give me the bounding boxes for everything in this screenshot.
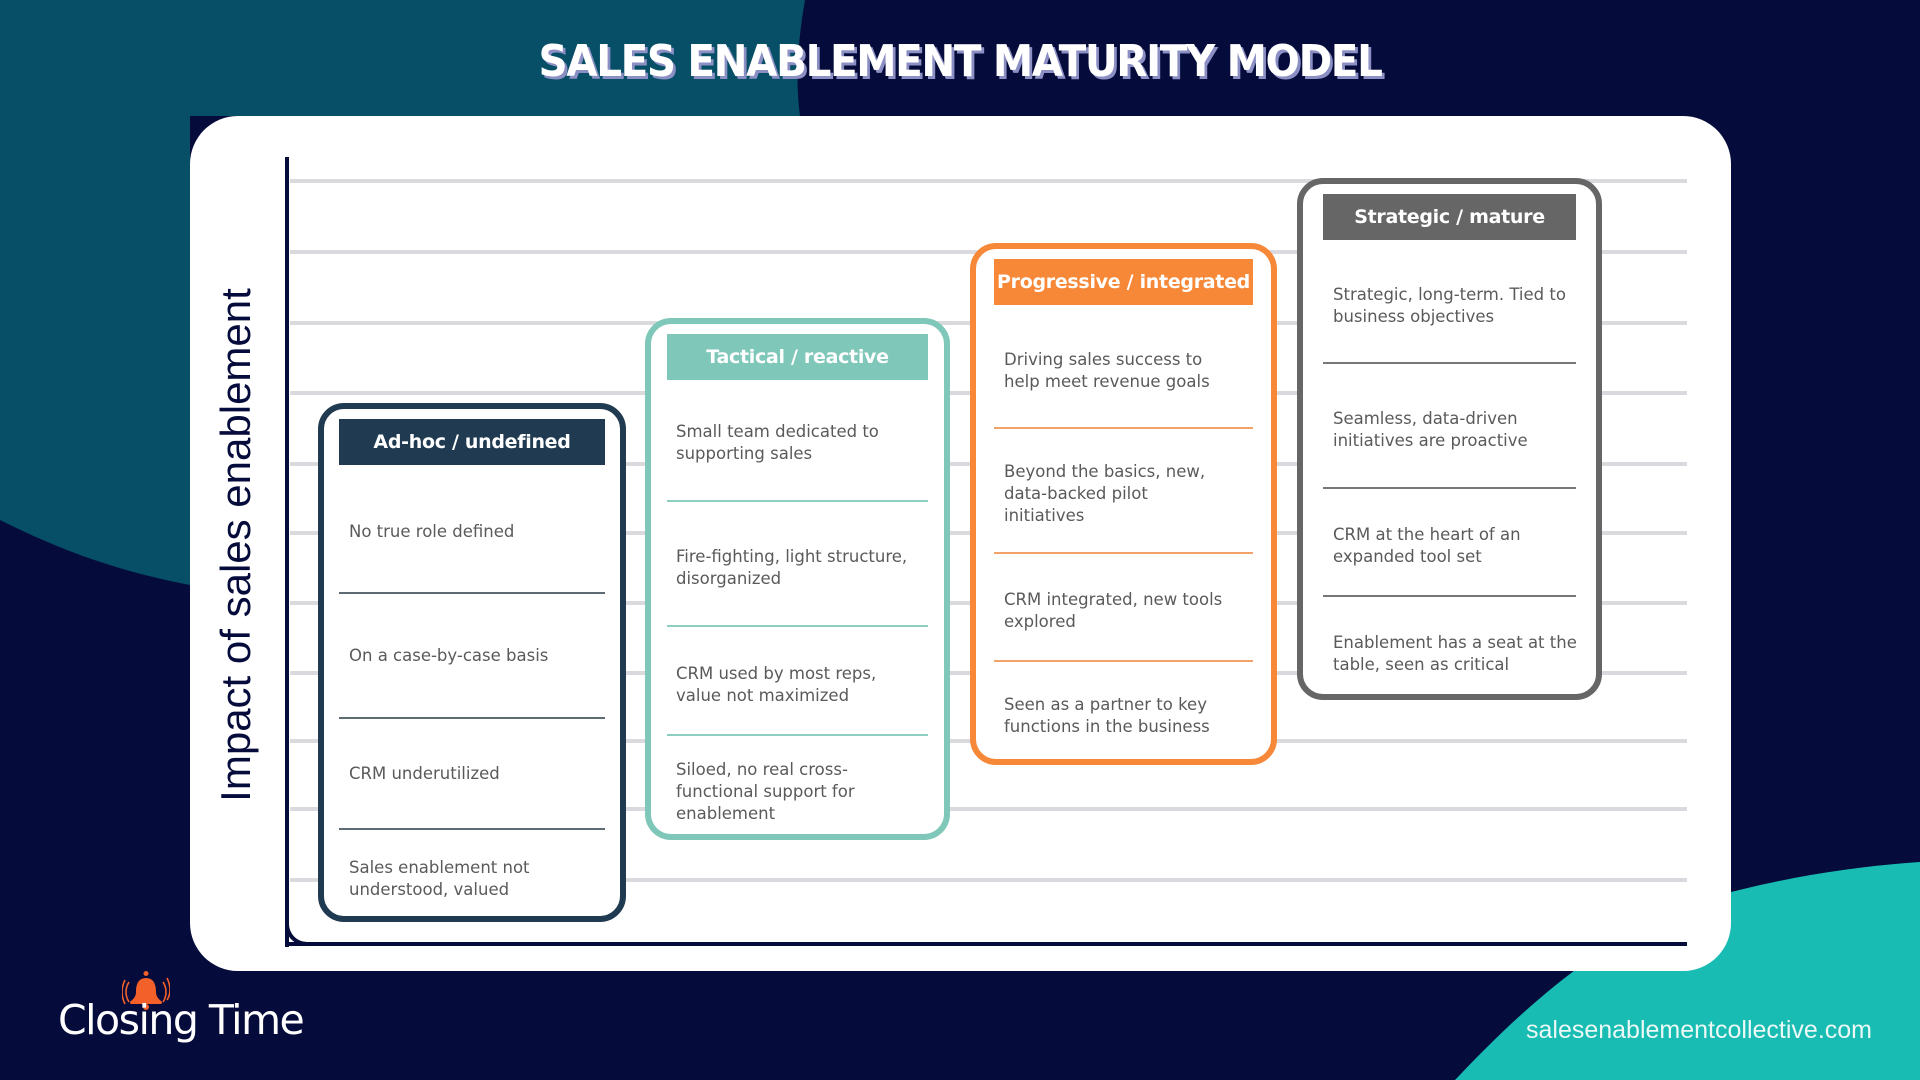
item-divider	[667, 500, 928, 502]
stage-item: CRM integrated, new tools explored	[1004, 590, 1223, 631]
item-divider	[339, 828, 605, 830]
stage-header: Tactical / reactive	[667, 334, 928, 380]
stage-item: CRM underutilized	[349, 764, 500, 783]
y-axis	[285, 157, 289, 947]
item-divider	[994, 552, 1253, 554]
item-divider	[1323, 362, 1576, 364]
closing-time-logo: Closing Time	[58, 996, 305, 1044]
stage-card-tactical: Tactical / reactive Small team dedicated…	[645, 318, 950, 840]
y-axis-label: Impact of sales enablement	[212, 288, 259, 802]
stage-item: On a case-by-case basis	[349, 646, 549, 665]
stage-item: No true role defined	[349, 522, 515, 541]
stage-item: Fire-fighting, light structure, disorgan…	[676, 547, 908, 588]
stage-item: Driving sales success to help meet reven…	[1004, 350, 1210, 391]
stage-item: Sales enablement not understood, valued	[349, 858, 530, 899]
item-divider	[667, 625, 928, 627]
x-axis	[285, 942, 1687, 946]
stage-item: CRM at the heart of an expanded tool set	[1333, 525, 1521, 566]
stage-item: Beyond the basics, new, data-backed pilo…	[1004, 462, 1206, 525]
item-divider	[339, 717, 605, 719]
item-divider	[667, 734, 928, 736]
stage-item: Small team dedicated to supporting sales	[676, 422, 879, 463]
stage-header: Ad-hoc / undefined	[339, 419, 605, 465]
item-divider	[1323, 487, 1576, 489]
stage-item: Seen as a partner to key functions in th…	[1004, 695, 1210, 736]
item-divider	[339, 592, 605, 594]
stage-item: Enablement has a seat at the table, seen…	[1333, 633, 1577, 674]
website-link[interactable]: salesenablementcollective.com	[1526, 1016, 1872, 1045]
item-divider	[994, 427, 1253, 429]
stage-card-ad-hoc: Ad-hoc / undefined No true role defined …	[318, 403, 626, 922]
stage-card-progressive: Progressive / integrated Driving sales s…	[970, 243, 1277, 765]
item-divider	[994, 660, 1253, 662]
stage-item: CRM used by most reps, value not maximiz…	[676, 664, 877, 705]
stage-header: Progressive / integrated	[994, 259, 1253, 305]
stage-item: Strategic, long-term. Tied to business o…	[1333, 285, 1566, 326]
page-title: SALES ENABLEMENT MATURITY MODEL	[538, 36, 1382, 87]
item-divider	[1323, 595, 1576, 597]
stage-item: Siloed, no real cross-functional support…	[676, 760, 855, 823]
stage-card-strategic: Strategic / mature Strategic, long-term.…	[1297, 178, 1602, 700]
stage-header: Strategic / mature	[1323, 194, 1576, 240]
stage-item: Seamless, data-driven initiatives are pr…	[1333, 409, 1528, 450]
